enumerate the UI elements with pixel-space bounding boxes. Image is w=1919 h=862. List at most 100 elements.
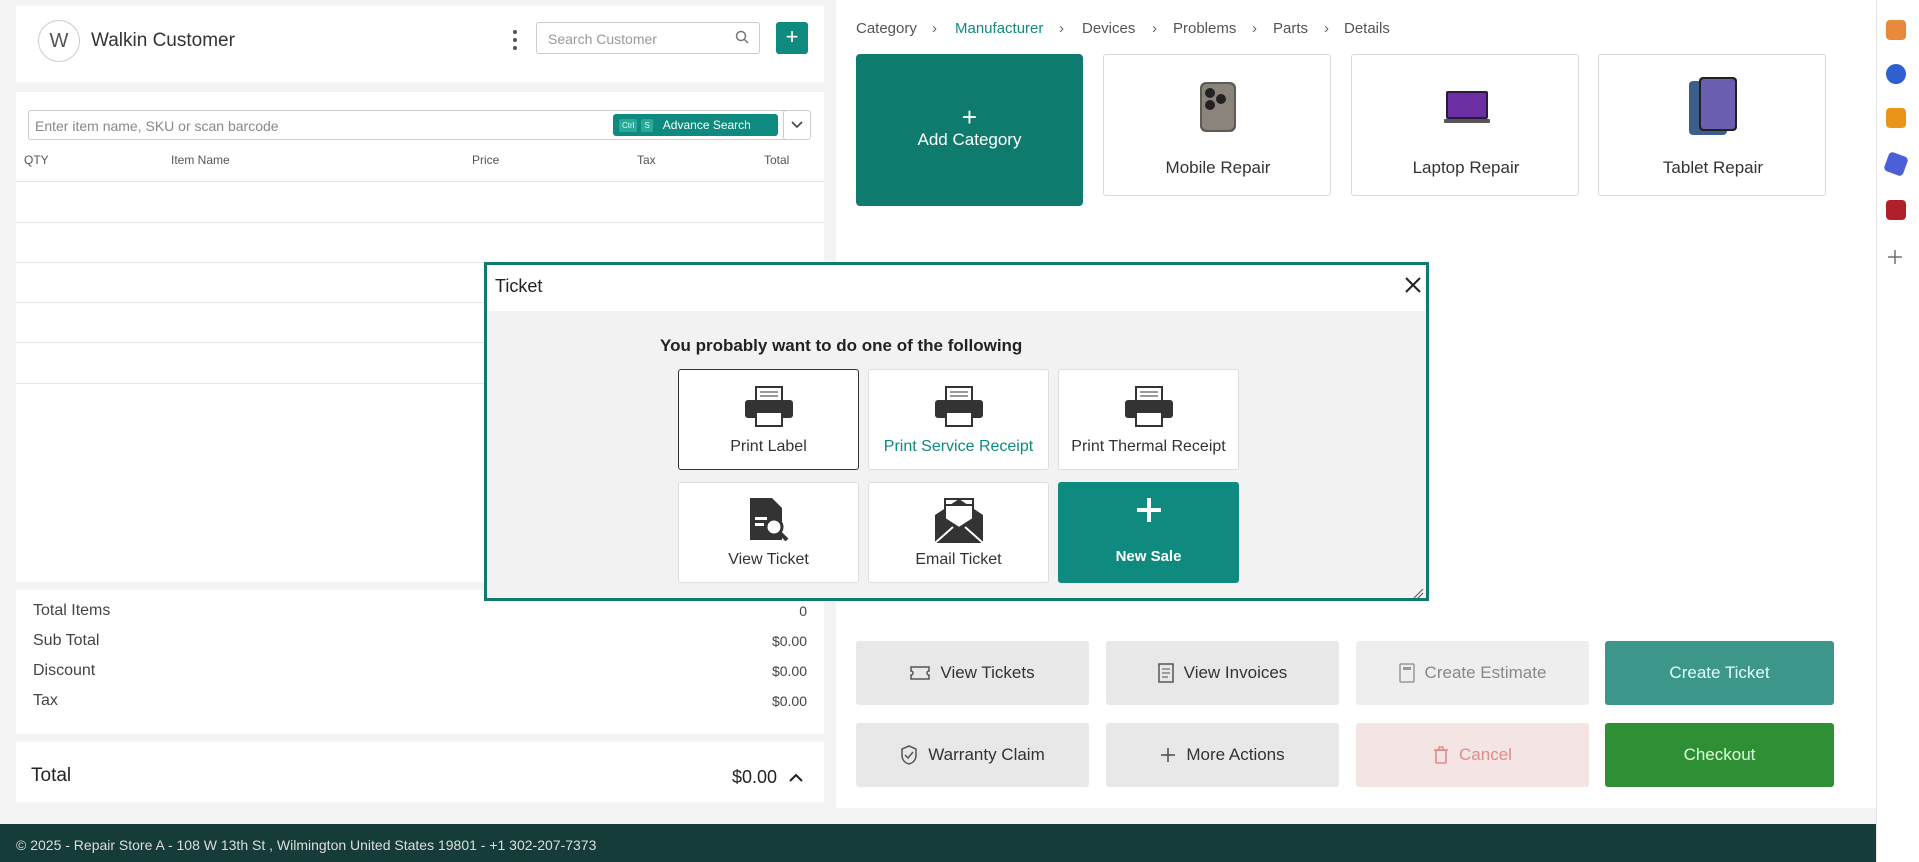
grand-total-value: $0.00 (732, 767, 778, 787)
printer-icon (869, 386, 1048, 428)
table-row-divider (16, 181, 824, 182)
modal-title: Ticket (495, 276, 543, 296)
col-qty: QTY (24, 153, 49, 167)
new-sale-option[interactable]: New Sale (1058, 482, 1239, 583)
breadcrumb-problems[interactable]: Problems (1173, 20, 1236, 37)
plus-icon: + (961, 102, 978, 132)
modal-header (487, 265, 1426, 311)
create-estimate-button[interactable]: Create Estimate (1356, 641, 1589, 705)
view-tickets-label: View Tickets (940, 663, 1035, 682)
view-ticket-option[interactable]: View Ticket (678, 482, 859, 583)
discount-label: Discount (33, 662, 96, 679)
breadcrumb-details[interactable]: Details (1344, 20, 1390, 37)
category-label: Laptop Repair (1412, 158, 1520, 177)
new-sale-label: New Sale (1115, 548, 1182, 565)
email-ticket-option[interactable]: Email Ticket (868, 482, 1049, 583)
grand-total-panel (16, 742, 824, 802)
plus-icon (1059, 491, 1238, 534)
item-search-placeholder: Enter item name, SKU or scan barcode (35, 118, 279, 134)
right-sidebar (1876, 0, 1919, 862)
col-total: Total (764, 153, 790, 167)
add-app-icon[interactable] (1886, 248, 1904, 271)
category-card-laptop[interactable]: Laptop Repair (1351, 54, 1579, 196)
view-tickets-button[interactable]: View Tickets (856, 641, 1089, 705)
total-items-label: Total Items (33, 602, 111, 619)
total-items-value: 0 (799, 603, 807, 619)
search-customer-placeholder: Search Customer (548, 31, 657, 47)
chevron-up-icon[interactable] (788, 770, 804, 789)
kbd-ctrl: Ctrl (619, 118, 638, 132)
folder-icon[interactable] (1886, 108, 1906, 128)
item-search-dropdown-button[interactable] (783, 110, 811, 140)
create-ticket-label: Create Ticket (1669, 663, 1770, 682)
close-icon[interactable] (1402, 274, 1424, 296)
footer: © 2025 - Repair Store A - 108 W 13th St … (0, 824, 1876, 862)
col-item-name: Item Name (171, 153, 230, 167)
search-icon (735, 30, 749, 47)
checkout-button[interactable]: Checkout (1605, 723, 1834, 787)
checkout-label: Checkout (1683, 745, 1756, 764)
advance-search-button[interactable]: Ctrl S Advance Search (613, 114, 778, 136)
print-service-receipt-label: Print Service Receipt (883, 438, 1034, 455)
trash-icon (1434, 746, 1449, 764)
grand-total-label: Total (31, 765, 72, 786)
chevron-down-icon (791, 121, 803, 129)
sub-total-value: $0.00 (771, 633, 807, 649)
chevron-right-icon: › (1059, 20, 1064, 37)
breadcrumb-devices[interactable]: Devices (1082, 20, 1135, 37)
resize-handle-icon[interactable] (1412, 586, 1424, 604)
warranty-claim-label: Warranty Claim (928, 745, 1045, 764)
add-category-card[interactable]: + Add Category (856, 54, 1083, 206)
chevron-right-icon: › (1152, 20, 1157, 37)
view-invoices-button[interactable]: View Invoices (1106, 641, 1339, 705)
category-label: Tablet Repair (1662, 158, 1764, 177)
customer-name[interactable]: Walkin Customer (91, 30, 235, 52)
print-thermal-receipt-option[interactable]: Print Thermal Receipt (1058, 369, 1239, 470)
ticket-icon (910, 666, 931, 680)
create-estimate-label: Create Estimate (1424, 663, 1547, 682)
print-thermal-receipt-label: Print Thermal Receipt (1071, 438, 1226, 455)
add-category-label: Add Category (917, 130, 1022, 149)
email-ticket-label: Email Ticket (915, 551, 1002, 568)
cancel-label: Cancel (1459, 745, 1512, 764)
chevron-right-icon: › (932, 20, 937, 37)
more-actions-label: More Actions (1186, 745, 1285, 764)
table-row-divider (16, 222, 824, 223)
plus-icon (1161, 748, 1176, 762)
tax-label: Tax (33, 692, 58, 709)
view-invoices-label: View Invoices (1183, 663, 1288, 682)
view-ticket-label: View Ticket (728, 551, 809, 568)
create-ticket-button[interactable]: Create Ticket (1605, 641, 1834, 705)
category-label: Mobile Repair (1165, 158, 1271, 177)
add-customer-button[interactable]: + (776, 22, 808, 54)
print-label-label: Print Label (730, 438, 807, 455)
more-options-icon[interactable] (506, 28, 524, 52)
invoice-icon (1157, 663, 1174, 683)
warranty-claim-button[interactable]: Warranty Claim (856, 723, 1089, 787)
cancel-button[interactable]: Cancel (1356, 723, 1589, 787)
breadcrumb-parts[interactable]: Parts (1273, 20, 1308, 37)
totals-panel (16, 590, 824, 734)
kbd-s: S (641, 118, 653, 132)
toolbox-icon[interactable] (1886, 20, 1906, 40)
breadcrumb-manufacturer[interactable]: Manufacturer (955, 20, 1043, 37)
document-search-icon (679, 497, 858, 543)
category-card-mobile[interactable]: Mobile Repair (1103, 54, 1331, 196)
tax-value: $0.00 (771, 693, 807, 709)
customer-avatar[interactable]: W (38, 20, 80, 62)
phone-icon (1198, 81, 1238, 138)
print-label-option[interactable]: Print Label (678, 369, 859, 470)
laptop-icon (1444, 91, 1490, 128)
chevron-right-icon: › (1324, 20, 1329, 37)
printer-icon (1059, 386, 1238, 428)
table-icon[interactable] (1886, 200, 1906, 220)
print-service-receipt-option[interactable]: Print Service Receipt (868, 369, 1049, 470)
more-actions-button[interactable]: More Actions (1106, 723, 1339, 787)
tablet-icon (1687, 77, 1739, 142)
app-icon[interactable] (1886, 64, 1906, 84)
envelope-icon (869, 497, 1048, 545)
search-customer-input[interactable]: Search Customer (536, 22, 760, 54)
chevron-right-icon: › (1252, 20, 1257, 37)
category-card-tablet[interactable]: Tablet Repair (1598, 54, 1826, 196)
breadcrumb-category[interactable]: Category (856, 20, 917, 37)
